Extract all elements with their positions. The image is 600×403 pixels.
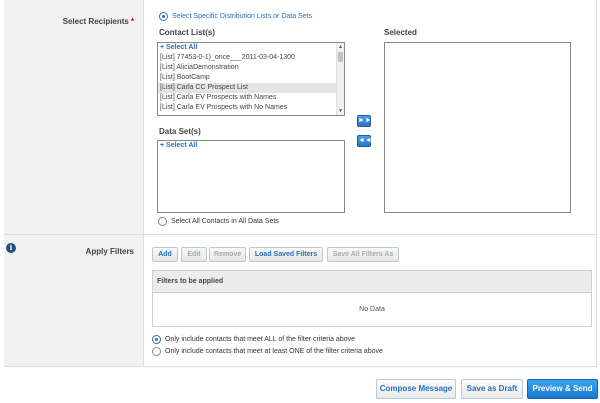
specific-lists-option-label: Select Specific Distribution Lists or Da… (172, 13, 313, 20)
selected-listbox[interactable] (384, 42, 571, 213)
apply-filters-label: Apply Filters (85, 247, 134, 256)
select-recipients-text: Select Recipients (62, 17, 129, 26)
all-contacts-option-label: Select All Contacts in All Data Sets (171, 218, 279, 225)
all-contacts-radio[interactable] (158, 217, 167, 226)
preview-send-button[interactable]: Preview & Send (527, 379, 598, 399)
info-icon[interactable]: i (6, 243, 16, 253)
contact-lists-label: Contact List(s) (159, 28, 215, 37)
load-saved-filters-button[interactable]: Load Saved Filters (249, 247, 323, 262)
match-any-option-label: Only include contacts that meet at least… (165, 348, 383, 355)
contact-list-option[interactable]: [List] Carla EV Prospects with No Names (158, 103, 344, 113)
contact-list-option[interactable]: [List] Carla CC Prospect List (158, 83, 344, 93)
contact-lists-scrollbar[interactable]: ▲ ▼ (336, 43, 344, 115)
filters-empty-text: No Data (359, 306, 385, 313)
selected-label: Selected (384, 28, 417, 37)
match-any-radio[interactable] (152, 347, 161, 356)
match-all-radio[interactable] (152, 335, 161, 344)
data-sets-label: Data Set(s) (159, 127, 201, 136)
form-bottom-border (4, 366, 597, 367)
contact-list-option[interactable]: [List] 77453-0-1)_once___2011-03-04-1300 (158, 53, 344, 63)
all-contacts-option[interactable]: Select All Contacts in All Data Sets (158, 217, 279, 226)
match-all-option[interactable]: Only include contacts that meet ALL of t… (152, 335, 355, 344)
required-mark: * (130, 17, 134, 26)
form-right-border (596, 0, 597, 366)
scroll-up-icon[interactable]: ▲ (337, 43, 344, 51)
edit-filter-button[interactable]: Edit (181, 247, 207, 262)
scroll-down-icon[interactable]: ▼ (337, 107, 344, 115)
filters-table-header: Filters to be applied (153, 271, 591, 293)
filters-table: Filters to be applied No Data (152, 270, 592, 327)
specific-lists-radio[interactable] (159, 12, 168, 21)
contact-lists-listbox[interactable]: + Select All [List] 77453-0-1)_once___20… (157, 42, 345, 116)
add-filter-button[interactable]: Add (152, 247, 178, 262)
match-any-option[interactable]: Only include contacts that meet at least… (152, 347, 383, 356)
move-right-icon[interactable]: ►► (357, 115, 372, 127)
compose-message-button[interactable]: Compose Message (376, 379, 456, 399)
contact-list-option[interactable]: [List] BootCamp (158, 73, 344, 83)
move-left-icon[interactable]: ◄◄ (357, 135, 372, 147)
data-set-option[interactable]: + Select All (158, 141, 344, 151)
contact-list-option[interactable]: + Select All (158, 43, 344, 53)
match-all-option-label: Only include contacts that meet ALL of t… (165, 336, 356, 343)
save-all-filters-button[interactable]: Save All Filters As (327, 247, 399, 262)
save-as-draft-button[interactable]: Save as Draft (461, 379, 523, 399)
remove-filter-button[interactable]: Remove (209, 247, 246, 262)
contact-list-option[interactable]: [List] AliciaDemonstration (158, 63, 344, 73)
form-label-column (4, 0, 144, 366)
specific-lists-option[interactable]: Select Specific Distribution Lists or Da… (159, 12, 312, 21)
row-divider (4, 234, 596, 235)
contact-list-option[interactable]: [List] Carla EV Prospects with Names (158, 93, 344, 103)
scroll-thumb[interactable] (338, 52, 343, 62)
data-sets-listbox[interactable]: + Select All (157, 140, 345, 213)
select-recipients-label: Select Recipients * (63, 17, 134, 26)
